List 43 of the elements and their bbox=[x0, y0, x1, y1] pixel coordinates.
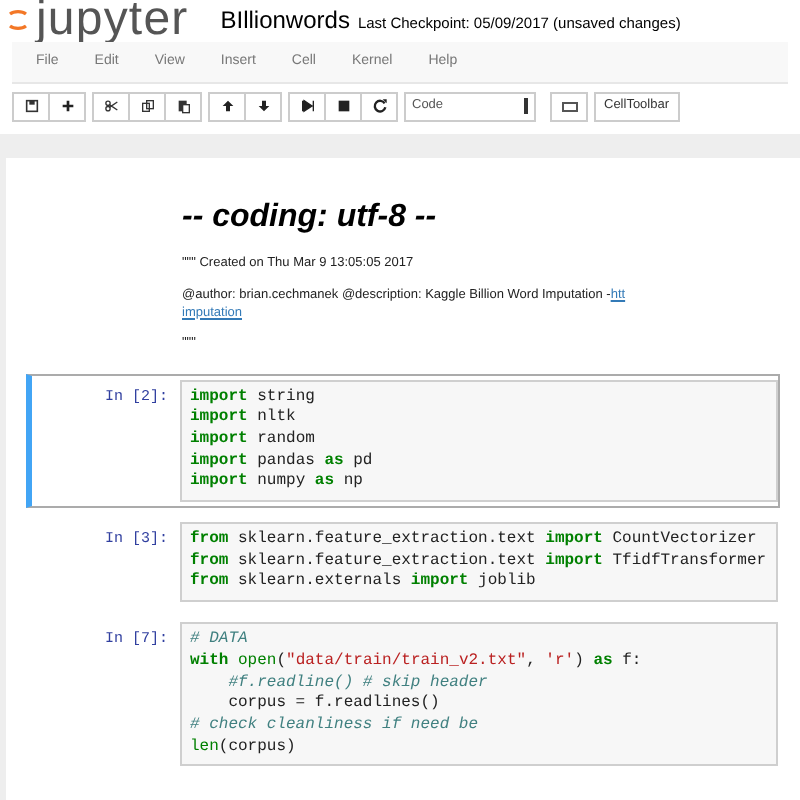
stop-icon bbox=[335, 98, 351, 114]
markdown-heading: -- coding: utf-8 -- bbox=[182, 198, 439, 238]
refresh-icon bbox=[371, 98, 387, 114]
code-line: from sklearn.externals import joblib bbox=[190, 572, 538, 595]
plus-icon bbox=[59, 98, 75, 114]
copy-icon bbox=[139, 98, 155, 114]
notebook-title[interactable]: BIllionwords bbox=[220, 2, 350, 38]
code-line: corpus = f.readlines() bbox=[226, 694, 442, 716]
clipboard-icon bbox=[175, 98, 191, 114]
toolbar-button[interactable] bbox=[288, 91, 326, 121]
code-line: import numpy as np bbox=[190, 472, 365, 495]
code-line: from sklearn.feature_extraction.text import CountVectorizer bbox=[190, 530, 759, 552]
keyboard-button[interactable] bbox=[550, 91, 588, 121]
toolbar-button[interactable] bbox=[360, 91, 398, 121]
save-icon bbox=[23, 98, 39, 114]
toolbar-button[interactable] bbox=[12, 91, 50, 121]
code-line: # check cleanliness if need be bbox=[190, 715, 481, 738]
toolbar-button[interactable] bbox=[128, 91, 166, 121]
code-line: with open("data/train/train_v2.txt", 'r') as f: bbox=[190, 651, 644, 674]
toolbar-button[interactable] bbox=[92, 91, 130, 121]
code-line: import string bbox=[190, 387, 317, 408]
code-line: from sklearn.feature_extraction.text import TfidfTransformer bbox=[190, 551, 768, 572]
code-line: import pandas as pd bbox=[190, 451, 375, 472]
code-input[interactable]: # DATA with open("data/train/train_v2.txt", 'r') as f: #f.readline() # skip header corpus = f.readlines() # check cleanliness if need be len(corpus) bbox=[180, 622, 778, 767]
down-arrow-icon bbox=[255, 98, 271, 114]
caret-icon bbox=[524, 98, 528, 114]
keyboard-icon bbox=[561, 101, 577, 111]
scissors-icon bbox=[103, 98, 119, 114]
code-input[interactable]: import string import nltk import random import pandas as pd import numpy as np bbox=[180, 379, 778, 503]
toolbar-button[interactable] bbox=[48, 91, 86, 121]
code-line: #f.readline() # skip header bbox=[226, 673, 490, 694]
toolbar-button[interactable] bbox=[324, 91, 362, 121]
toolbar-button[interactable] bbox=[164, 91, 202, 121]
up-arrow-icon bbox=[219, 98, 235, 114]
code-line: import random bbox=[190, 429, 317, 452]
toolbar-button[interactable] bbox=[244, 91, 282, 121]
toolbar-button[interactable] bbox=[208, 91, 246, 121]
code-line: # DATA bbox=[190, 630, 250, 652]
logo-icon bbox=[8, 4, 28, 36]
code-input[interactable]: from sklearn.feature_extraction.text import CountVectorizer from sklearn.feature_extraction.text import TfidfTransformer from sklearn.externals import joblib bbox=[180, 522, 778, 603]
code-line: import nltk bbox=[190, 408, 298, 430]
skip-icon bbox=[299, 98, 315, 114]
code-line: len(corpus) bbox=[190, 737, 298, 759]
